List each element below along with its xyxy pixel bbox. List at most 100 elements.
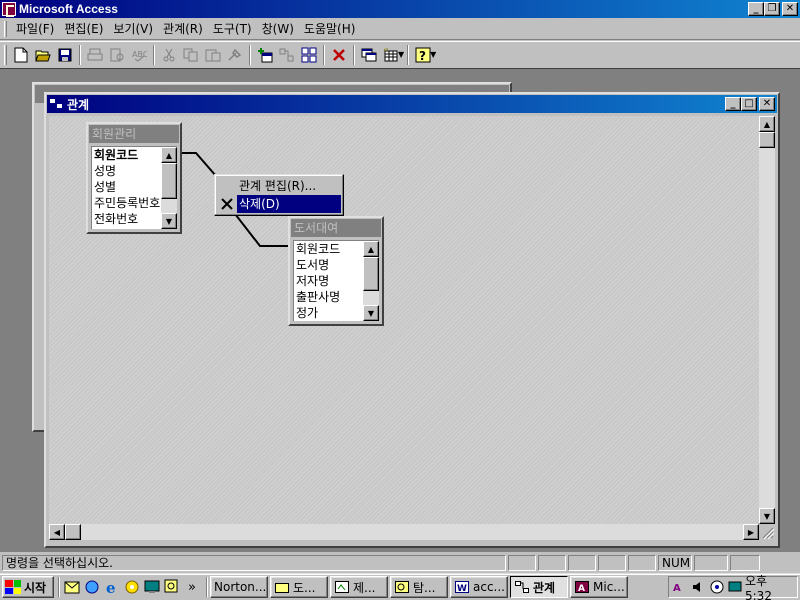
arrow-up-icon: ▲ <box>165 150 173 160</box>
menu-view[interactable]: 보기(V) <box>108 19 158 38</box>
svg-text:W: W <box>457 584 467 593</box>
scroll-up-button[interactable]: ▲ <box>161 147 177 163</box>
vertical-scrollbar[interactable]: ▲ ▼ <box>759 116 775 524</box>
task-button-access[interactable]: A Mic... <box>570 576 628 598</box>
task-label: Norton... <box>214 580 267 594</box>
scroll-left-button[interactable]: ◀ <box>49 524 65 540</box>
quicklaunch-ie-icon[interactable]: e <box>102 577 122 597</box>
context-menu-edit-relationship[interactable]: 관계 편집(R)... <box>217 177 341 195</box>
scroll-down-button[interactable]: ▼ <box>363 305 379 321</box>
format-painter-icon[interactable] <box>224 44 246 66</box>
task-button-word[interactable]: W acc... <box>450 576 508 598</box>
vertical-scroll-thumb[interactable] <box>759 132 775 148</box>
paste-icon[interactable] <box>202 44 224 66</box>
menu-file[interactable]: 파일(F) <box>11 19 59 38</box>
quicklaunch-mail-icon[interactable] <box>122 577 142 597</box>
input-method-icon[interactable]: A <box>673 579 689 595</box>
fieldlist-scroll-thumb[interactable] <box>363 257 379 291</box>
horizontal-scroll-thumb[interactable] <box>65 524 81 540</box>
task-label: acc... <box>473 580 505 594</box>
menu-help[interactable]: 도움말(H) <box>299 19 361 38</box>
fieldlist-scrollbar[interactable]: ▲ ▼ <box>363 241 379 321</box>
task-label: 제... <box>353 580 376 595</box>
menu-relationships[interactable]: 관계(R) <box>158 19 208 38</box>
scroll-down-button[interactable]: ▼ <box>161 213 177 229</box>
delete-x-icon <box>217 195 237 213</box>
table-fieldlist-members[interactable]: 회원관리 회원코드 성명 성별 주민등록번호 전화번호 ▲ ▼ <box>86 122 182 234</box>
open-icon[interactable] <box>32 44 54 66</box>
show-table-icon[interactable] <box>254 44 276 66</box>
app-restore-button[interactable]: ❐ <box>764 2 780 16</box>
taskbar-separator <box>206 577 208 597</box>
ime-status-icon[interactable] <box>709 579 725 595</box>
task-button-folder[interactable]: 도... <box>270 576 328 598</box>
print-icon[interactable] <box>84 44 106 66</box>
window-close-button[interactable]: ✕ <box>759 97 775 111</box>
fieldlist-title[interactable]: 회원관리 <box>89 125 179 143</box>
task-button-norton[interactable]: Norton... <box>210 576 268 598</box>
menu-window[interactable]: 창(W) <box>257 19 299 38</box>
access-app-icon[interactable] <box>2 2 16 17</box>
fieldlist-title[interactable]: 도서대여 <box>291 219 381 237</box>
clock[interactable]: 오후 5:32 <box>745 572 791 600</box>
fieldlist-scroll-thumb[interactable] <box>161 163 177 199</box>
toolbar-grip[interactable] <box>4 44 7 65</box>
cut-icon[interactable] <box>158 44 180 66</box>
show-direct-icon[interactable] <box>276 44 298 66</box>
fieldlist-scrollbar[interactable]: ▲ ▼ <box>161 147 177 229</box>
arrow-up-icon: ▲ <box>763 119 771 129</box>
status-num-indicator: NUM <box>658 555 692 571</box>
task-button-relationships[interactable]: 관계 <box>510 576 568 598</box>
app-minimize-button[interactable]: _ <box>748 2 764 16</box>
task-label: 탐... <box>413 580 436 595</box>
task-button-explorer[interactable]: 탐... <box>390 576 448 598</box>
copy-icon[interactable] <box>180 44 202 66</box>
scroll-down-button[interactable]: ▼ <box>759 508 775 524</box>
size-grip-icon <box>762 527 775 540</box>
scroll-right-button[interactable]: ▶ <box>743 524 759 540</box>
toolbar-separator <box>323 44 325 65</box>
task-button-control[interactable]: 제... <box>330 576 388 598</box>
quicklaunch-outlook-icon[interactable] <box>62 577 82 597</box>
start-label: 시작 <box>24 580 47 595</box>
spelling-icon[interactable]: ABC <box>128 44 150 66</box>
fieldlist-body: 회원코드 도서명 저자명 출판사명 정가 ▲ ▼ <box>293 240 379 321</box>
delete-icon[interactable] <box>328 44 350 66</box>
quicklaunch-search-icon[interactable] <box>162 577 182 597</box>
database-window-icon[interactable] <box>358 44 380 66</box>
new-icon[interactable] <box>10 44 32 66</box>
context-menu-label: 관계 편집(R)... <box>239 179 317 193</box>
print-preview-icon[interactable] <box>106 44 128 66</box>
menu-tools[interactable]: 도구(T) <box>208 19 257 38</box>
svg-text:e: e <box>106 579 116 595</box>
table-fieldlist-rentals[interactable]: 도서대여 회원코드 도서명 저자명 출판사명 정가 ▲ ▼ <box>288 216 384 326</box>
relationships-title-bar[interactable]: 관계 _ □ ✕ <box>47 95 777 113</box>
relationships-icon[interactable] <box>50 98 64 110</box>
fieldlist-body: 회원코드 성명 성별 주민등록번호 전화번호 ▲ ▼ <box>91 146 177 229</box>
help-dropdown-icon[interactable]: ▼ <box>430 50 436 59</box>
horizontal-scrollbar[interactable]: ◀ ▶ <box>49 524 759 540</box>
context-menu-label: 삭제(D) <box>237 195 341 213</box>
start-button[interactable]: 시작 <box>2 576 54 598</box>
show-all-icon[interactable] <box>298 44 320 66</box>
scroll-up-button[interactable]: ▲ <box>759 116 775 132</box>
svg-text:?: ? <box>419 49 426 63</box>
quicklaunch-desktop-icon[interactable] <box>142 577 162 597</box>
menu-grip[interactable] <box>4 20 7 37</box>
window-maximize-button[interactable]: □ <box>741 97 757 111</box>
app-close-button[interactable]: ✕ <box>782 2 798 16</box>
save-icon[interactable] <box>54 44 76 66</box>
quicklaunch-more-button[interactable]: » <box>182 577 202 597</box>
scroll-up-button[interactable]: ▲ <box>363 241 379 257</box>
minimize-icon: _ <box>753 3 759 14</box>
network-icon[interactable] <box>727 579 743 595</box>
status-panel <box>568 555 596 571</box>
context-menu-delete[interactable]: 삭제(D) <box>217 195 341 213</box>
status-panel <box>694 555 728 571</box>
new-object-dropdown-icon[interactable]: ▼ <box>398 50 404 59</box>
window-minimize-button[interactable]: _ <box>725 97 741 111</box>
quicklaunch-channel-icon[interactable] <box>82 577 102 597</box>
size-grip[interactable] <box>759 524 775 540</box>
volume-icon[interactable] <box>691 579 707 595</box>
menu-edit[interactable]: 편집(E) <box>59 19 108 38</box>
